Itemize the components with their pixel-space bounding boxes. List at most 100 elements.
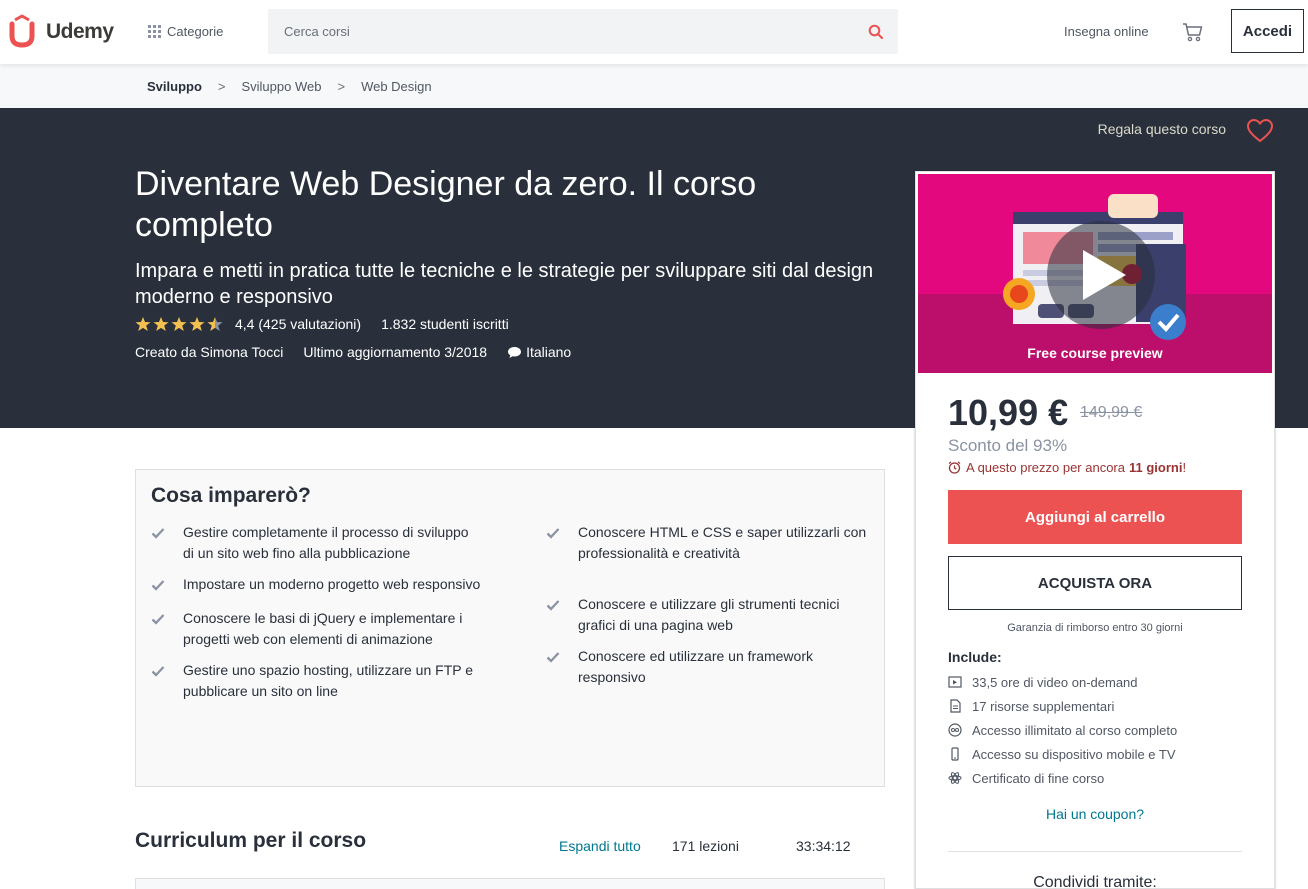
rating-row: 4,4 (425 valutazioni) 1.832 studenti isc… bbox=[135, 316, 509, 332]
search-bar bbox=[268, 9, 898, 54]
udemy-logo-icon bbox=[9, 14, 35, 48]
created-by-label: Creato da bbox=[135, 344, 197, 360]
learn-item: Gestire completamente il processo di svi… bbox=[183, 524, 469, 561]
star-full-icon bbox=[135, 317, 151, 331]
rating-text[interactable]: 4,4 (425 valutazioni) bbox=[235, 316, 361, 332]
search-input[interactable] bbox=[268, 9, 848, 54]
learn-item: Conoscere e utilizzare gli strumenti tec… bbox=[578, 596, 840, 633]
breadcrumb-separator: > bbox=[217, 78, 226, 94]
breadcrumb-item-sviluppo-web[interactable]: Sviluppo Web bbox=[241, 79, 321, 94]
check-icon bbox=[546, 600, 560, 611]
check-icon bbox=[546, 528, 560, 539]
heart-icon[interactable] bbox=[1246, 118, 1274, 144]
curriculum-section-header[interactable] bbox=[135, 878, 885, 889]
breadcrumb-separator: > bbox=[337, 78, 346, 94]
learn-title: Cosa imparerò? bbox=[151, 484, 311, 507]
course-title: Diventare Web Designer da zero. Il corso… bbox=[135, 165, 757, 244]
curriculum-title: Curriculum per il corso bbox=[135, 829, 367, 852]
teach-online-link[interactable]: Insegna online bbox=[1064, 24, 1149, 39]
check-icon bbox=[151, 580, 165, 591]
login-button[interactable]: Accedi bbox=[1231, 9, 1304, 53]
coupon-link[interactable]: Hai un coupon? bbox=[948, 806, 1242, 822]
course-preview-image bbox=[918, 174, 1272, 373]
brand-name: Udemy bbox=[46, 20, 114, 43]
list-item: Conoscere le basi di jQuery e implementa… bbox=[151, 608, 481, 650]
check-icon bbox=[546, 652, 560, 663]
learn-item: Conoscere HTML e CSS e saper utilizzarli… bbox=[578, 524, 867, 561]
include-label: 17 risorse supplementari bbox=[972, 698, 1115, 714]
include-label: Accesso illimitato al corso completo bbox=[972, 722, 1178, 738]
top-header: Udemy Categorie Insegna online Accedi bbox=[0, 0, 1308, 64]
file-icon bbox=[950, 699, 961, 713]
course-subtitle: Impara e metti in pratica tutte le tecni… bbox=[135, 260, 874, 308]
list-item: Accesso su dispositivo mobile e TV bbox=[948, 742, 1177, 766]
learn-list-left: Gestire completamente il processo di svi… bbox=[151, 522, 481, 702]
learn-item: Conoscere le basi di jQuery e implementa… bbox=[183, 610, 463, 647]
list-item: 17 risorse supplementari bbox=[948, 694, 1177, 718]
star-full-icon bbox=[153, 317, 169, 331]
video-icon bbox=[948, 676, 962, 688]
discount-timer: A questo prezzo per ancora 11 giorni ! bbox=[948, 460, 1186, 475]
includes-title: Include: bbox=[948, 649, 1002, 665]
list-item: Conoscere ed utilizzare un framework res… bbox=[546, 646, 876, 688]
learn-item: Conoscere ed utilizzare un framework res… bbox=[578, 648, 813, 685]
grid-icon bbox=[148, 25, 161, 38]
learn-list-right: Conoscere HTML e CSS e saper utilizzarli… bbox=[546, 522, 876, 688]
students-count: 1.832 studenti iscritti bbox=[381, 316, 509, 332]
lessons-count: 171 lezioni bbox=[672, 838, 739, 854]
divider bbox=[948, 851, 1242, 852]
breadcrumb: Sviluppo > Sviluppo Web > Web Design bbox=[0, 64, 1308, 108]
rating-stars bbox=[135, 316, 225, 332]
course-preview[interactable]: Free course preview bbox=[918, 174, 1272, 373]
includes-list: 33,5 ore di video on-demand 17 risorse s… bbox=[948, 670, 1177, 790]
timer-value: 11 giorni bbox=[1129, 460, 1183, 475]
add-to-cart-button[interactable]: Aggiungi al carrello bbox=[948, 490, 1242, 544]
star-half-icon bbox=[207, 317, 223, 331]
author-link[interactable]: Simona Tocci bbox=[200, 344, 283, 360]
preview-label: Free course preview bbox=[1027, 345, 1163, 361]
expand-all-link[interactable]: Espandi tutto bbox=[559, 838, 641, 854]
current-price: 10,99 € bbox=[948, 392, 1069, 433]
include-label: Accesso su dispositivo mobile e TV bbox=[972, 746, 1176, 762]
course-language: Italiano bbox=[526, 344, 572, 360]
purchase-card: Free course preview 10,99 € 149,99 € Sco… bbox=[915, 171, 1275, 889]
timer-suffix: ! bbox=[1182, 460, 1187, 475]
include-label: 33,5 ore di video on-demand bbox=[972, 674, 1138, 690]
list-item: Gestire completamente il processo di svi… bbox=[151, 522, 481, 564]
cart-icon[interactable] bbox=[1182, 22, 1204, 42]
buy-now-button[interactable]: ACQUISTA ORA bbox=[948, 556, 1242, 610]
money-back-guarantee: Garanzia di rimborso entro 30 giorni bbox=[1007, 622, 1183, 634]
search-icon[interactable] bbox=[868, 24, 884, 40]
gift-course-link[interactable]: Regala questo corso bbox=[1098, 121, 1226, 137]
speech-bubble-icon bbox=[508, 346, 522, 358]
include-label: Certificato di fine corso bbox=[972, 770, 1105, 786]
infinity-icon bbox=[948, 723, 962, 737]
categories-label: Categorie bbox=[167, 24, 224, 39]
check-icon bbox=[151, 666, 165, 677]
alarm-clock-icon bbox=[948, 461, 961, 474]
total-duration: 33:34:12 bbox=[796, 838, 851, 854]
last-updated: Ultimo aggiornamento 3/2018 bbox=[303, 344, 488, 360]
certificate-icon bbox=[948, 772, 962, 784]
star-full-icon bbox=[171, 317, 187, 331]
check-icon bbox=[151, 614, 165, 625]
list-item: Conoscere HTML e CSS e saper utilizzarli… bbox=[546, 522, 876, 564]
breadcrumb-item-sviluppo[interactable]: Sviluppo bbox=[147, 79, 202, 94]
timer-prefix: A questo prezzo per ancora bbox=[966, 460, 1125, 475]
what-you-will-learn: Cosa imparerò? Gestire completamente il … bbox=[135, 469, 885, 787]
udemy-logo[interactable]: Udemy bbox=[6, 14, 114, 50]
check-icon bbox=[151, 528, 165, 539]
list-item: Certificato di fine corso bbox=[948, 766, 1177, 790]
author-info: Creato da Simona Tocci bbox=[135, 344, 283, 360]
discount-label: Sconto del 93% bbox=[948, 436, 1068, 455]
star-full-icon bbox=[189, 317, 205, 331]
categories-menu[interactable]: Categorie bbox=[148, 24, 223, 39]
learn-item: Gestire uno spazio hosting, utilizzare u… bbox=[183, 662, 474, 699]
learn-item: Impostare un moderno progetto web respon… bbox=[183, 576, 481, 592]
share-label: Condividi tramite: bbox=[1033, 874, 1157, 889]
original-price: 149,99 € bbox=[1080, 404, 1143, 421]
mobile-icon bbox=[951, 747, 959, 761]
breadcrumb-item-web-design[interactable]: Web Design bbox=[361, 79, 432, 94]
course-meta: Creato da Simona Tocci Ultimo aggiorname… bbox=[135, 344, 571, 360]
list-item: Gestire uno spazio hosting, utilizzare u… bbox=[151, 660, 481, 702]
